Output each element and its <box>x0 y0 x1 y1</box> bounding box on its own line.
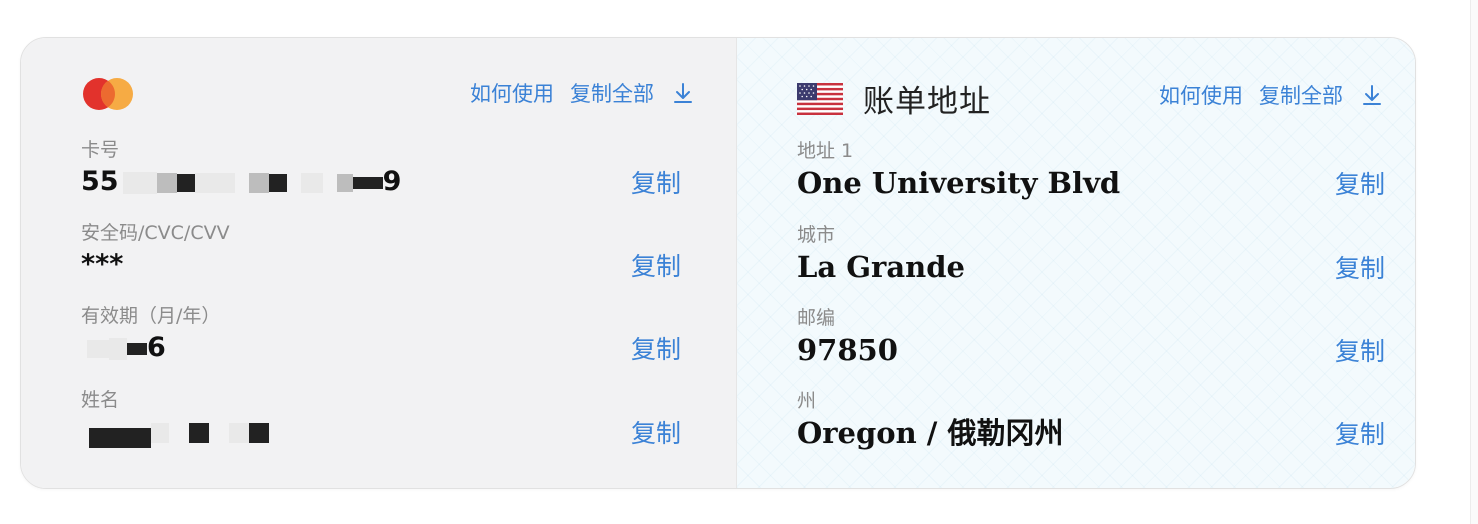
expiry-label: 有效期（月/年） <box>81 305 221 327</box>
virtual-card-panel: 如何使用 复制全部 卡号 55 9 复制 安全码/CVC/CVV *** 复制 有… <box>20 37 1416 489</box>
card-number-prefix: 55 <box>81 166 119 197</box>
zip-label: 邮编 <box>797 307 836 329</box>
copy-cvc-button[interactable]: 复制 <box>631 247 681 283</box>
download-icon[interactable] <box>1361 83 1383 107</box>
scrollbar-edge[interactable] <box>1470 0 1478 524</box>
expiry-field: 有效期（月/年） 6 复制 <box>81 304 681 368</box>
billing-address-section: 账单地址 如何使用 复制全部 地址 1 One University Blvd … <box>737 38 1415 488</box>
zip-field: 邮编 97850 复制 <box>797 306 1385 370</box>
copy-city-button[interactable]: 复制 <box>1335 249 1385 285</box>
state-value: Oregon / 俄勒冈州 <box>797 416 1064 450</box>
mastercard-icon <box>83 78 133 110</box>
cvc-label: 安全码/CVC/CVV <box>81 222 230 244</box>
copy-card-number-button[interactable]: 复制 <box>631 164 681 200</box>
expiry-value: 6 <box>81 328 681 368</box>
city-field: 城市 La Grande 复制 <box>797 223 1385 287</box>
cardholder-name-label: 姓名 <box>81 389 120 411</box>
state-label: 州 <box>797 390 817 412</box>
copy-all-button[interactable]: 复制全部 <box>1259 80 1343 110</box>
how-to-use-link[interactable]: 如何使用 <box>470 78 554 108</box>
address-line1-label: 地址 1 <box>797 140 854 162</box>
redacted-block <box>119 166 383 197</box>
card-number-field: 卡号 55 9 复制 <box>81 138 681 202</box>
city-value: La Grande <box>797 250 965 284</box>
billing-actions: 如何使用 复制全部 <box>1159 80 1383 110</box>
redacted-block <box>81 332 147 363</box>
redacted-block <box>81 416 269 448</box>
expiry-suffix: 6 <box>147 332 166 363</box>
card-number-suffix: 9 <box>382 166 402 197</box>
copy-all-button[interactable]: 复制全部 <box>570 78 654 108</box>
card-number-label: 卡号 <box>81 139 120 161</box>
state-field: 州 Oregon / 俄勒冈州 复制 <box>797 389 1385 453</box>
copy-expiry-button[interactable]: 复制 <box>631 330 681 366</box>
cardholder-name-value <box>81 412 681 452</box>
how-to-use-link[interactable]: 如何使用 <box>1159 80 1243 110</box>
copy-state-button[interactable]: 复制 <box>1335 415 1385 451</box>
city-label: 城市 <box>797 224 836 246</box>
cvc-value: *** <box>81 249 124 280</box>
billing-title: 账单地址 <box>863 84 991 120</box>
card-actions: 如何使用 复制全部 <box>470 78 694 108</box>
card-number-value: 55 9 <box>81 162 681 202</box>
billing-header: 账单地址 <box>797 76 991 121</box>
address-line1-field: 地址 1 One University Blvd 复制 <box>797 139 1385 203</box>
address-line1-value: One University Blvd <box>797 166 1121 200</box>
card-info-section: 如何使用 复制全部 卡号 55 9 复制 安全码/CVC/CVV *** 复制 有… <box>21 38 737 488</box>
us-flag-icon <box>797 82 843 115</box>
cardholder-name-field: 姓名 复制 <box>81 388 681 452</box>
zip-value: 97850 <box>797 333 898 367</box>
copy-zip-button[interactable]: 复制 <box>1335 332 1385 368</box>
copy-address-line1-button[interactable]: 复制 <box>1335 165 1385 201</box>
download-icon[interactable] <box>672 81 694 105</box>
copy-cardholder-name-button[interactable]: 复制 <box>631 414 681 450</box>
cvc-field: 安全码/CVC/CVV *** 复制 <box>81 221 681 285</box>
